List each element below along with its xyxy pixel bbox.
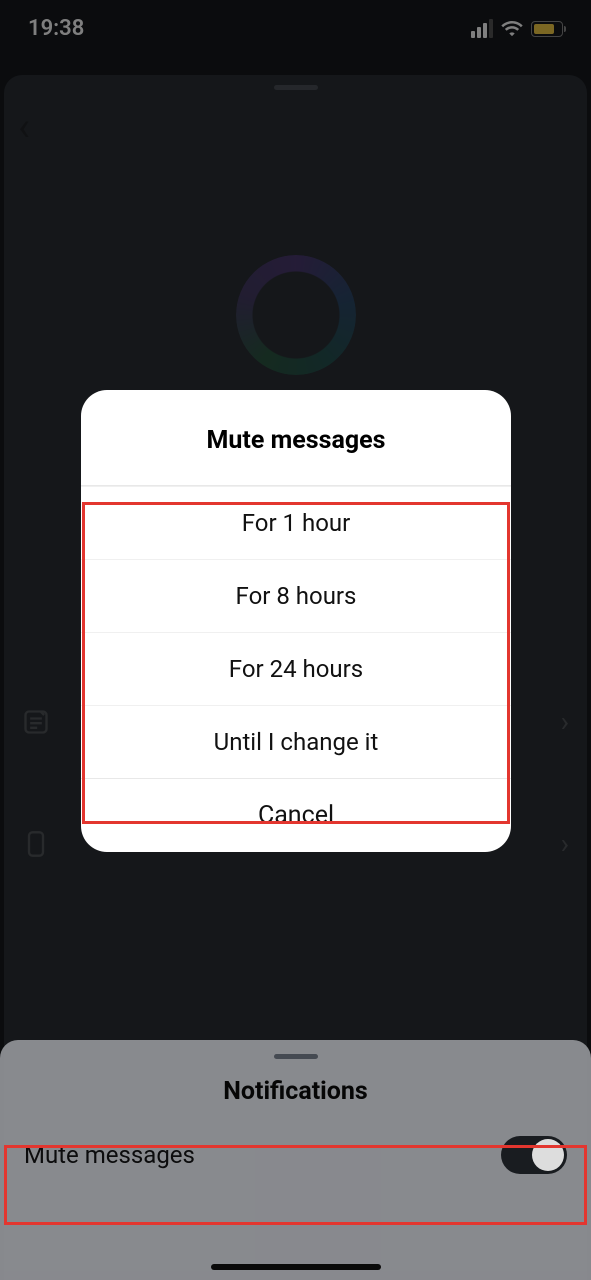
- mute-option-8-hours[interactable]: For 8 hours: [81, 559, 511, 632]
- mute-option-24-hours[interactable]: For 24 hours: [81, 632, 511, 705]
- notifications-panel-title: Notifications: [24, 1077, 567, 1106]
- mute-option-until-change[interactable]: Until I change it: [81, 705, 511, 778]
- modal-title: Mute messages: [81, 390, 511, 485]
- toggle-knob-icon: [532, 1139, 564, 1171]
- sheet-grabber-icon[interactable]: [274, 1054, 318, 1059]
- mute-option-1-hour[interactable]: For 1 hour: [81, 486, 511, 559]
- mute-messages-modal: Mute messages For 1 hour For 8 hours For…: [81, 390, 511, 852]
- mute-messages-row: Mute messages: [24, 1136, 567, 1174]
- home-indicator[interactable]: [211, 1264, 381, 1270]
- mute-messages-label: Mute messages: [24, 1141, 195, 1169]
- notifications-panel: Notifications Mute messages: [0, 1040, 591, 1280]
- cancel-button[interactable]: Cancel: [81, 778, 511, 852]
- mute-messages-toggle[interactable]: [501, 1136, 567, 1174]
